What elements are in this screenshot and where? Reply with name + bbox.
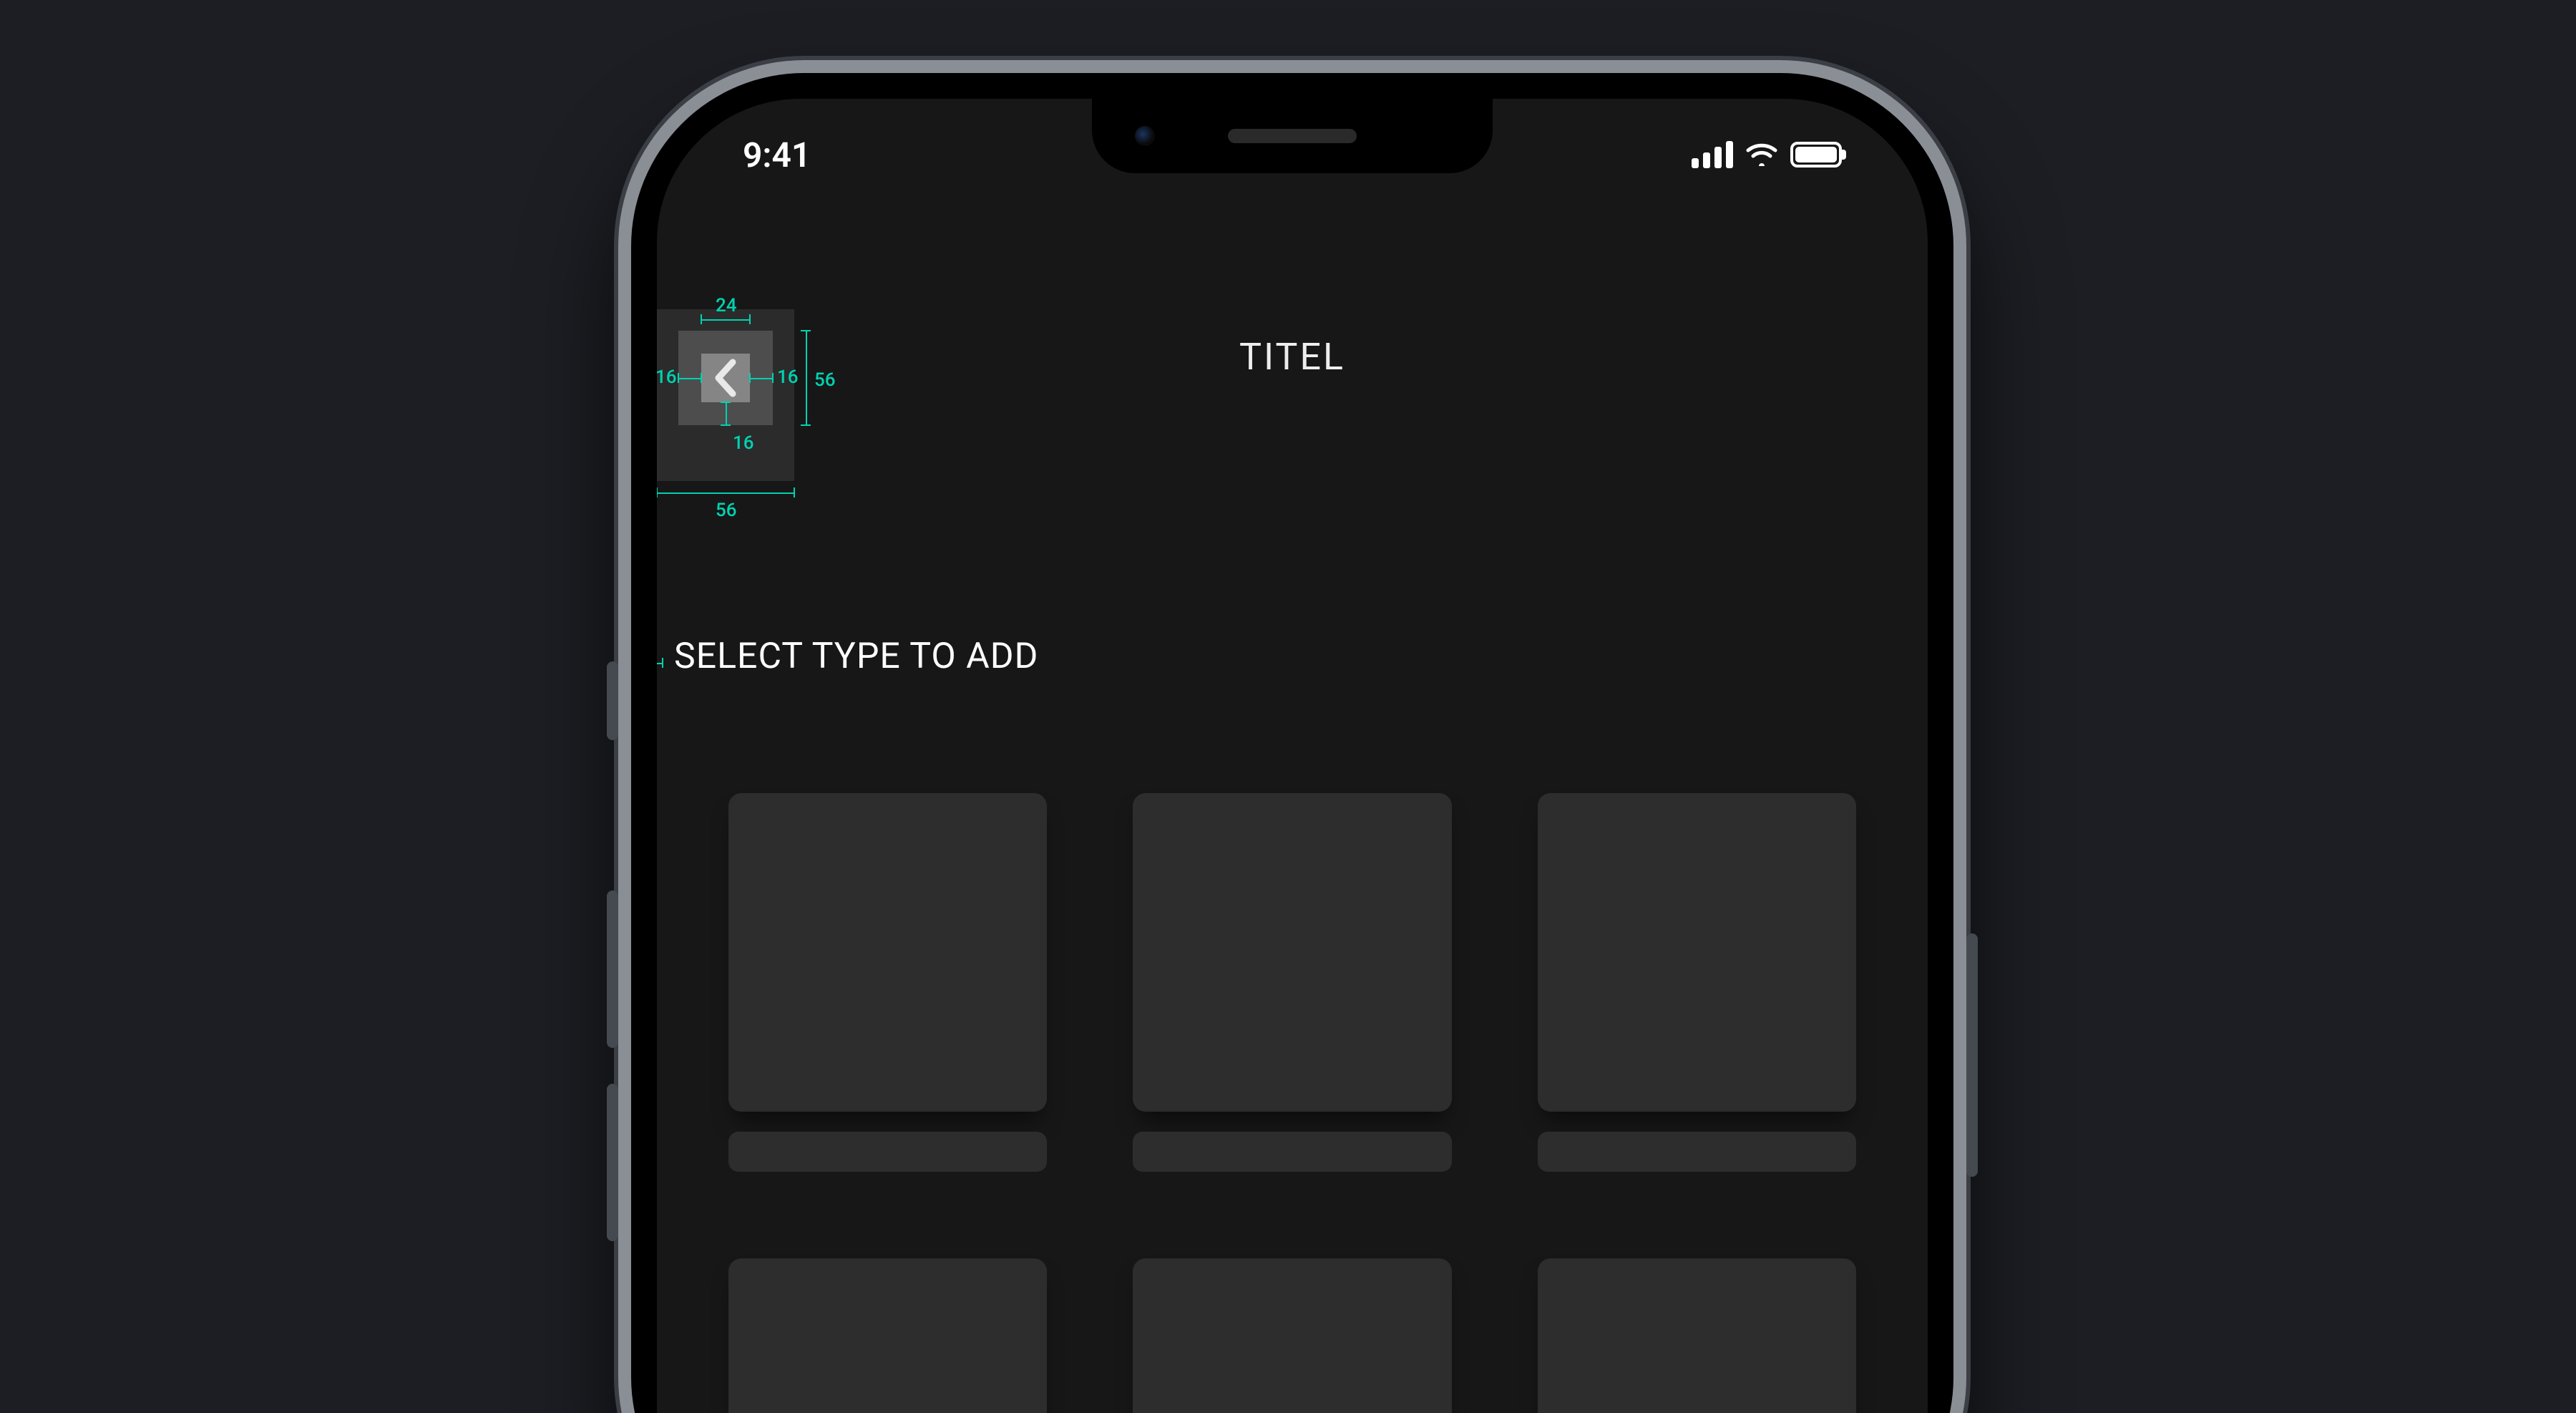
spec-ruler [701, 319, 750, 321]
spec-ruler-cap [701, 373, 702, 383]
type-card[interactable] [1538, 1258, 1856, 1413]
side-button-volume-down [607, 1084, 618, 1241]
spec-label: 24 [716, 295, 737, 316]
spec-ruler-cap [749, 373, 751, 383]
type-thumbnail [1538, 793, 1856, 1112]
side-button-mute [607, 661, 618, 740]
spec-ruler [726, 402, 727, 425]
spec-ruler-cap [749, 314, 751, 324]
spec-ruler-subtitle: 16 [657, 646, 664, 667]
back-button-spec-overlay: 24 16 16 56 [657, 292, 850, 543]
type-thumbnail [1538, 1258, 1856, 1413]
spec-ruler [678, 378, 701, 379]
phone-bezel: 9:41 [631, 73, 1953, 1413]
type-label-placeholder [728, 1132, 1047, 1172]
subtitle-row: 16 SELECT TYPE TO ADD [657, 636, 1928, 677]
spec-label: 56 [814, 369, 836, 391]
page-title: TITEL [1239, 335, 1345, 379]
spec-ruler [750, 378, 773, 379]
speaker-grille [1228, 129, 1357, 143]
side-button-power [1966, 933, 1978, 1177]
spec-label: 16 [733, 432, 754, 454]
screen: 9:41 [657, 99, 1928, 1413]
type-card[interactable] [1133, 1258, 1451, 1413]
type-grid [728, 793, 1856, 1172]
spec-ruler [657, 492, 794, 494]
spec-ruler-cap [794, 487, 795, 497]
type-label-placeholder [1133, 1132, 1451, 1172]
type-label-placeholder [1538, 1132, 1856, 1172]
type-grid-row2 [728, 1258, 1856, 1413]
type-thumbnail [1133, 1258, 1451, 1413]
spec-ruler-cap [721, 402, 731, 403]
type-thumbnail [728, 1258, 1047, 1413]
chevron-left-icon [710, 358, 741, 398]
type-card[interactable] [1538, 793, 1856, 1172]
phone-frame: 9:41 [618, 60, 1966, 1413]
signal-icon [1692, 141, 1733, 168]
side-button-volume-up [607, 890, 618, 1048]
front-camera [1135, 126, 1155, 146]
spec-label: 56 [716, 500, 737, 521]
spec-ruler [806, 331, 807, 425]
spec-label: 16 [777, 366, 799, 388]
back-button-icon-box [701, 354, 750, 402]
status-indicators [1692, 141, 1842, 168]
spec-ruler-cap [721, 424, 731, 426]
type-card[interactable] [728, 1258, 1047, 1413]
type-card[interactable] [728, 793, 1047, 1172]
spec-ruler-cap [701, 314, 702, 324]
notch [1092, 99, 1493, 173]
wifi-icon [1746, 143, 1777, 166]
status-time: 9:41 [743, 135, 811, 175]
spec-ruler-cap [801, 424, 811, 426]
spec-label: 16 [657, 366, 677, 388]
spec-ruler-cap [678, 373, 679, 383]
spec-ruler-cap [657, 487, 658, 497]
section-subtitle: SELECT TYPE TO ADD [674, 636, 1038, 677]
type-thumbnail [728, 793, 1047, 1112]
battery-icon [1790, 142, 1842, 167]
type-thumbnail [1133, 793, 1451, 1112]
type-card[interactable] [1133, 793, 1451, 1172]
spec-ruler-cap [801, 330, 811, 331]
spec-ruler-cap [772, 373, 774, 383]
